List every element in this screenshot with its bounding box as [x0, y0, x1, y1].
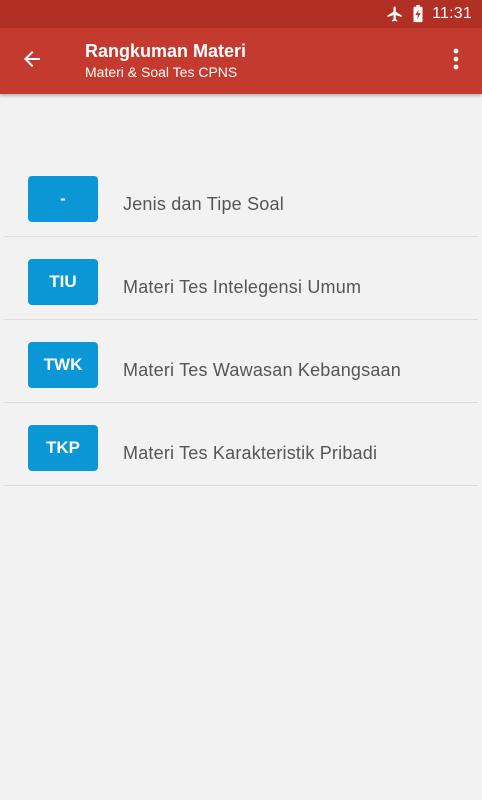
- back-button[interactable]: [14, 43, 50, 79]
- page-subtitle: Materi & Soal Tes CPNS: [85, 64, 238, 80]
- overflow-menu-button[interactable]: [440, 43, 472, 79]
- list-item-tiu[interactable]: TIU Materi Tes Intelegensi Umum: [4, 237, 478, 320]
- more-vert-icon: [453, 48, 459, 75]
- list-item-badge: -: [28, 176, 98, 222]
- page-title: Rangkuman Materi: [85, 41, 247, 61]
- app-bar: Rangkuman Materi Materi & Soal Tes CPNS: [0, 28, 482, 94]
- list-item-label: Materi Tes Wawasan Kebangsaan: [123, 360, 401, 380]
- status-time: 11:31: [432, 5, 472, 22]
- status-bar: 11:31: [0, 0, 482, 28]
- list-item-tkp[interactable]: TKP Materi Tes Karakteristik Pribadi: [4, 403, 478, 486]
- list-item-twk[interactable]: TWK Materi Tes Wawasan Kebangsaan: [4, 320, 478, 403]
- app-bar-titles: Rangkuman Materi Materi & Soal Tes CPNS: [85, 40, 246, 81]
- list-item-jenis-soal[interactable]: - Jenis dan Tipe Soal: [4, 154, 478, 237]
- arrow-back-icon: [20, 47, 44, 76]
- list-item-label: Jenis dan Tipe Soal: [123, 194, 284, 214]
- battery-charging-icon: [412, 5, 424, 23]
- list-item-label: Materi Tes Intelegensi Umum: [123, 277, 362, 297]
- list-item-badge: TIU: [28, 259, 98, 305]
- airplane-mode-icon: [386, 5, 404, 23]
- list-item-badge: TKP: [28, 425, 98, 471]
- list-item-badge: TWK: [28, 342, 98, 388]
- materi-list: - Jenis dan Tipe Soal TIU Materi Tes Int…: [4, 154, 478, 486]
- list-item-label: Materi Tes Karakteristik Pribadi: [123, 443, 378, 463]
